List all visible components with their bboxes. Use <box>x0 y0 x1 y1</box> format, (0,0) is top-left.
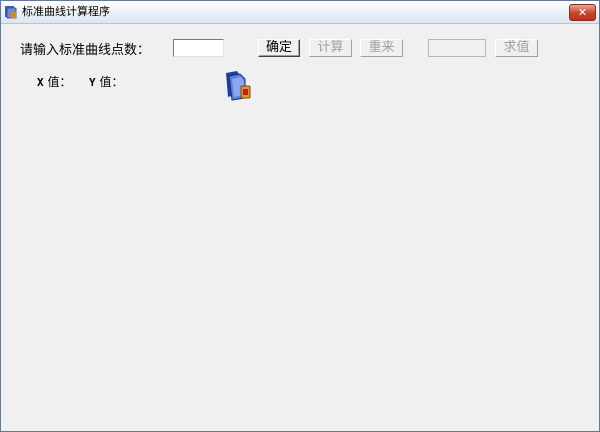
points-label: 请输入标准曲线点数： <box>20 43 151 58</box>
y-axis-letter: Y <box>89 76 96 89</box>
main-window: 标准曲线计算程序 ✕ 请输入标准曲线点数： 确定 计算 重来 求值 X 值： Y… <box>0 0 600 432</box>
x-value-text: 值： <box>43 75 72 89</box>
confirm-button[interactable]: 确定 <box>258 39 300 57</box>
reset-button[interactable]: 重来 <box>360 39 403 57</box>
close-button[interactable]: ✕ <box>569 4 596 21</box>
window-title: 标准曲线计算程序 <box>22 5 110 18</box>
title-bar[interactable]: 标准曲线计算程序 ✕ <box>1 1 599 24</box>
points-input[interactable] <box>173 39 224 57</box>
book-folder-icon <box>226 71 251 101</box>
x-value-header: X 值： <box>37 73 71 90</box>
app-icon <box>5 6 17 19</box>
close-icon: ✕ <box>577 6 588 19</box>
calculate-button[interactable]: 计算 <box>309 39 352 57</box>
find-value-button[interactable]: 求值 <box>495 39 538 57</box>
x-axis-letter: X <box>37 76 44 89</box>
y-value-header: Y 值： <box>89 73 123 90</box>
y-value-text: 值： <box>95 75 124 89</box>
value-input[interactable] <box>428 39 486 57</box>
